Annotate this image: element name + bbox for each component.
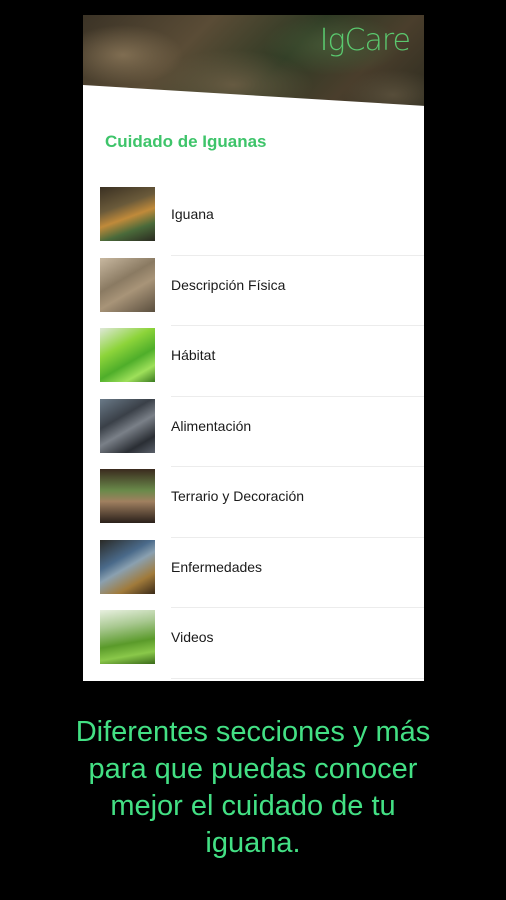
- list-item-label: Enfermedades: [171, 558, 263, 575]
- list-item-label: Iguana: [171, 206, 214, 222]
- list-item-label: Terrario y Decoración: [171, 488, 305, 504]
- list-item-enfermedades[interactable]: Enfermedades: [83, 538, 424, 608]
- terrario-thumbnail: [100, 469, 155, 523]
- app-screen: IgCare Cuidado de Iguanas Iguana Descrip…: [83, 15, 424, 681]
- list-item-alimentacion[interactable]: Alimentación: [83, 397, 424, 467]
- caption-line: mejor el cuidado de tu: [110, 790, 396, 822]
- divider: [171, 677, 424, 679]
- descripcion-thumbnail: [100, 257, 155, 312]
- caption-line: iguana.: [205, 827, 301, 859]
- list-item-terrario[interactable]: Terrario y Decoración: [83, 467, 424, 538]
- list-item-label: Videos: [171, 629, 214, 645]
- caption-line: Diferentes secciones y más: [75, 716, 431, 748]
- app-logo: IgCare: [319, 23, 411, 58]
- habitat-thumbnail: [100, 328, 155, 382]
- section-list: Iguana Descripción Física Hábitat Alimen…: [83, 185, 424, 679]
- promo-caption: Diferentes secciones y más para que pued…: [0, 714, 506, 862]
- list-item-habitat[interactable]: Hábitat: [83, 326, 424, 397]
- list-item-label: Descripción Física: [171, 276, 286, 293]
- list-item-descripcion-fisica[interactable]: Descripción Física: [83, 256, 424, 326]
- alimentacion-thumbnail: [100, 398, 155, 453]
- list-item-iguana[interactable]: Iguana: [83, 185, 424, 256]
- iguana-thumbnail: [100, 187, 155, 241]
- caption-line: para que puedas conocer: [88, 753, 418, 785]
- videos-thumbnail: [100, 610, 155, 664]
- list-item-label: Hábitat: [171, 347, 216, 363]
- enfermedades-thumbnail: [100, 539, 155, 594]
- list-item-videos[interactable]: Videos: [83, 608, 424, 679]
- list-item-label: Alimentación: [171, 417, 252, 434]
- page-title: Cuidado de Iguanas: [105, 132, 267, 151]
